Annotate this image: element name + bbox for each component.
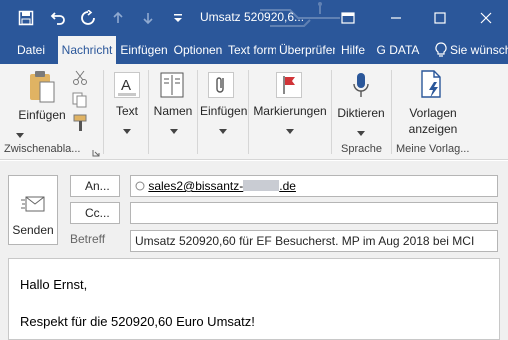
to-value-start: sales2@bissantz- [148, 179, 244, 193]
redacted-block [243, 180, 280, 191]
body-line: Hallo Ernst, [20, 277, 88, 292]
send-label: Senden [12, 223, 54, 237]
tab-einfuegen[interactable]: Einfügen [118, 36, 170, 64]
undo-icon[interactable] [48, 8, 68, 28]
dropdown-chevron-icon[interactable] [123, 124, 131, 138]
dropdown-chevron-icon[interactable] [16, 128, 24, 142]
group-divider [197, 70, 198, 154]
group-divider [148, 70, 149, 154]
lightbulb-icon[interactable] [432, 36, 450, 64]
compose-area: Senden An... sales2@bissantz- .de Cc... B… [0, 161, 508, 340]
subject-label: Betreff [70, 232, 106, 246]
tab-hilfe[interactable]: Hilfe [338, 36, 368, 64]
templates-button-line2[interactable]: anzeigen [398, 122, 468, 136]
voice-group-label: Sprache [341, 143, 382, 155]
dropdown-chevron-icon[interactable] [286, 124, 294, 138]
copy-icon[interactable] [72, 92, 88, 111]
text-format-icon[interactable]: A [114, 72, 140, 101]
down-arrow-icon[interactable] [138, 8, 158, 28]
title-bar: Umsatz 520920,6... [0, 0, 508, 36]
svg-text:A: A [121, 77, 131, 94]
tab-nachricht[interactable]: Nachricht [58, 36, 116, 64]
dropdown-chevron-icon[interactable] [357, 126, 365, 140]
templates-button-line1[interactable]: Vorlagen [398, 106, 468, 120]
tab-text-formatieren[interactable]: Text formatieren [228, 36, 276, 64]
message-body[interactable]: Hallo Ernst, Respekt für die 520920,60 E… [8, 258, 500, 340]
ribbon: Einfügen Zwischenabla... A Text Namen Ei… [0, 64, 508, 160]
dropdown-chevron-icon[interactable] [170, 124, 178, 138]
send-button[interactable]: Senden [8, 175, 58, 245]
group-divider [103, 70, 104, 154]
send-icon [21, 196, 45, 212]
attach-icon[interactable] [208, 72, 234, 101]
ribbon-tabs: Datei Nachricht Einfügen Optionen Text f… [0, 36, 508, 64]
close-icon[interactable] [474, 6, 498, 30]
format-painter-icon[interactable] [72, 114, 88, 135]
to-value-end: .de [279, 179, 296, 193]
subject-field[interactable]: Umsatz 520920,60 für EF Besucherst. MP i… [130, 230, 498, 252]
clipboard-group-label: Zwischenabla... [4, 143, 81, 155]
templates-group-label: Meine Vorlag... [396, 143, 470, 155]
presence-status-icon [135, 181, 145, 191]
to-button[interactable]: An... [70, 175, 120, 197]
dialog-launcher-icon[interactable] [92, 146, 100, 160]
tab-optionen[interactable]: Optionen [173, 36, 223, 64]
names-button[interactable]: Namen [152, 104, 194, 118]
group-divider [391, 70, 392, 154]
cc-button[interactable]: Cc... [70, 202, 120, 224]
body-line: Respekt für die 520920,60 Euro Umsatz! [20, 314, 255, 329]
text-button[interactable]: Text [110, 104, 144, 118]
flag-icon[interactable] [276, 72, 302, 101]
save-icon[interactable] [16, 8, 36, 28]
insert-button[interactable]: Einfügen [200, 104, 247, 118]
tags-button[interactable]: Markierungen [251, 104, 329, 118]
customize-icon[interactable] [168, 8, 188, 28]
tab-tell-me[interactable]: Sie wünschen... [450, 36, 508, 64]
cc-field[interactable] [130, 202, 498, 224]
group-divider [331, 70, 332, 154]
restore-icon[interactable] [336, 6, 360, 30]
templates-icon[interactable] [420, 70, 444, 103]
cut-icon[interactable] [72, 70, 88, 89]
microphone-icon[interactable] [352, 72, 370, 103]
dropdown-chevron-icon[interactable] [219, 124, 227, 138]
window-title: Umsatz 520920,6... [200, 10, 305, 24]
paste-button[interactable]: Einfügen [14, 108, 70, 122]
paste-icon[interactable] [28, 70, 56, 107]
to-field[interactable]: sales2@bissantz- .de [130, 175, 498, 197]
tab-datei[interactable]: Datei [14, 36, 48, 64]
up-arrow-icon[interactable] [108, 8, 128, 28]
group-divider [248, 70, 249, 154]
minimize-icon[interactable] [384, 6, 408, 30]
dictate-button[interactable]: Diktieren [334, 106, 388, 120]
tab-gdata[interactable]: G DATA [374, 36, 422, 64]
tab-ueberpruefen[interactable]: Überprüfen [279, 36, 335, 64]
maximize-icon[interactable] [428, 6, 452, 30]
redo-icon[interactable] [78, 8, 98, 28]
address-book-icon[interactable] [160, 72, 184, 101]
